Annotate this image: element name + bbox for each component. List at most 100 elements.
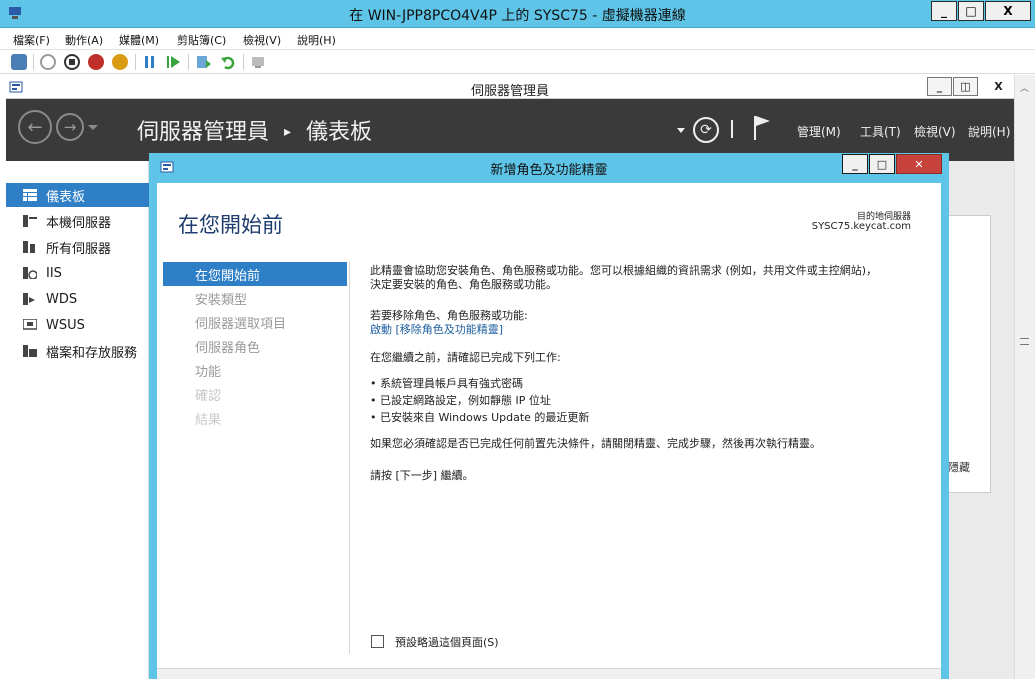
reset-icon[interactable]	[166, 55, 182, 69]
wizard-step-before-you-begin[interactable]: 在您開始前	[163, 262, 347, 286]
breadcrumb-separator: ▸	[284, 124, 292, 140]
vm-menu-clipboard[interactable]: 剪貼簿(C)	[177, 32, 226, 48]
vm-close-button[interactable]: X	[985, 1, 1031, 21]
pause-icon[interactable]	[143, 55, 157, 69]
sidebar-item-label: IIS	[46, 265, 62, 281]
iis-icon	[23, 267, 38, 280]
wizard-body: 在您開始前 目的地伺服器 SYSC75.keycat.com 在您開始前 安裝類…	[157, 183, 941, 679]
sidebar-item-label: 檔案和存放服務	[46, 345, 138, 361]
sidebar-item-dashboard[interactable]: 儀表板	[6, 183, 149, 207]
wizard-window-title: 新增角色及功能精靈	[490, 163, 608, 178]
wizard-maximize-button[interactable]: □	[869, 154, 895, 174]
vm-toolbar	[0, 50, 1035, 74]
sidebar-item-label: 儀表板	[46, 189, 86, 205]
sidebar-item-wds[interactable]: WDS	[6, 287, 149, 311]
dashboard-tile: 隱藏	[947, 215, 991, 493]
notifications-flag-icon[interactable]	[752, 115, 772, 141]
wizard-nav-divider	[349, 262, 350, 654]
sidebar-item-iis[interactable]: IIS	[6, 261, 149, 285]
refresh-icon[interactable]: ⟳	[693, 117, 719, 143]
back-arrow-icon[interactable]: ←	[18, 110, 52, 144]
sm-close-button[interactable]: X	[985, 77, 1012, 96]
wizard-step-server-selection[interactable]: 伺服器選取項目	[163, 310, 347, 334]
prereq-list-item: • 已安裝來自 Windows Update 的最近更新	[370, 411, 590, 424]
sidebar-item-all-servers[interactable]: 所有伺服器	[6, 235, 149, 259]
sidebar-item-file-storage[interactable]: 檔案和存放服務	[6, 339, 149, 363]
toolbar-separator	[33, 54, 34, 70]
all-servers-icon	[23, 241, 37, 253]
wizard-step-installation-type[interactable]: 安裝類型	[163, 286, 347, 310]
before-continue-label: 在您繼續之前，請確認已完成下列工作:	[370, 351, 561, 364]
ctrl-alt-del-icon[interactable]	[11, 54, 27, 70]
vm-menu-view[interactable]: 檢視(V)	[243, 32, 281, 48]
wizard-step-features[interactable]: 功能	[163, 358, 347, 382]
scroll-up-arrow-icon[interactable]: ︿	[1020, 81, 1029, 94]
menu-manage[interactable]: 管理(M)	[797, 123, 841, 140]
vm-menu-media[interactable]: 媒體(M)	[119, 32, 159, 48]
turn-off-icon[interactable]	[64, 54, 80, 70]
wizard-footer-divider	[157, 668, 941, 679]
sm-maximize-button[interactable]: ◫	[953, 77, 978, 96]
start-icon[interactable]	[40, 54, 56, 70]
toolbar-separator	[135, 54, 136, 70]
vm-menu-action[interactable]: 動作(A)	[65, 32, 103, 48]
wizard-minimize-button[interactable]: _	[842, 154, 868, 174]
enhanced-session-icon[interactable]	[250, 54, 266, 70]
wizard-step-results: 結果	[195, 412, 222, 428]
prereq-list-item: • 系統管理員帳戶具有強式密碼	[370, 377, 523, 390]
wizard-step-server-roles[interactable]: 伺服器角色	[163, 334, 347, 358]
destination-server-name: SYSC75.keycat.com	[811, 221, 911, 232]
save-icon[interactable]	[112, 54, 128, 70]
scroll-thumb-grip-icon[interactable]	[1020, 338, 1029, 345]
sidebar-item-local-server[interactable]: 本機伺服器	[6, 209, 149, 233]
sm-minimize-button[interactable]: _	[927, 77, 952, 96]
sidebar-item-label: 所有伺服器	[46, 241, 112, 257]
skip-page-checkbox[interactable]	[371, 635, 384, 648]
dashboard-icon	[23, 189, 37, 201]
vm-minimize-button[interactable]: _	[931, 1, 957, 21]
server-manager-sidebar: 儀表板 本機伺服器 所有伺服器 IIS WDS WSUS 檔案和存放服務	[6, 161, 149, 679]
revert-icon[interactable]	[220, 54, 236, 70]
server-manager-header: ← → 伺服器管理員 ▸ 儀表板 ⟳ 管理(M) 工具(T) 檢視(V) 說明(…	[6, 99, 1014, 161]
vm-maximize-button[interactable]: □	[958, 1, 984, 21]
wizard-page-title: 在您開始前	[178, 213, 283, 237]
sidebar-item-label: 本機伺服器	[46, 215, 112, 231]
local-server-icon	[23, 215, 37, 227]
shut-down-icon[interactable]	[88, 54, 104, 70]
forward-arrow-icon[interactable]: →	[56, 113, 84, 141]
file-storage-icon	[23, 345, 37, 357]
wizard-step-confirmation: 確認	[195, 388, 222, 404]
remove-roles-wizard-link[interactable]: 啟動 [移除角色及功能精靈]	[370, 322, 503, 338]
wds-icon	[23, 293, 37, 305]
sidebar-item-wsus[interactable]: WSUS	[6, 313, 149, 337]
wizard-intro-line-2: 決定要安裝的角色、角色服務或功能。	[370, 278, 557, 291]
vm-vertical-scrollbar[interactable]: ︿	[1014, 75, 1035, 679]
breadcrumb-app: 伺服器管理員	[137, 120, 270, 145]
vm-menu-help[interactable]: 說明(H)	[297, 32, 336, 48]
menu-help[interactable]: 說明(H)	[968, 123, 1010, 140]
header-separator	[731, 120, 733, 138]
hide-link[interactable]: 隱藏	[948, 459, 970, 475]
prereq-text: 已設定網路設定，例如靜態 IP 位址	[380, 394, 551, 407]
wizard-close-button[interactable]: ✕	[896, 154, 942, 174]
server-manager-window-title: 伺服器管理員	[470, 84, 549, 99]
history-dropdown-icon[interactable]	[88, 125, 98, 130]
prereq-note: 如果您必須確認是否已完成任何前置先決條件，請關閉精靈、完成步驟，然後再次執行精靈…	[370, 437, 821, 450]
menu-view[interactable]: 檢視(V)	[914, 123, 956, 140]
vm-menu-bar: 檔案(F) 動作(A) 媒體(M) 剪貼簿(C) 檢視(V) 說明(H)	[0, 28, 1035, 50]
breadcrumb: 伺服器管理員 ▸ 儀表板	[137, 114, 372, 146]
sidebar-item-label: WSUS	[46, 317, 85, 333]
prereq-text: 已安裝來自 Windows Update 的最近更新	[380, 411, 590, 424]
server-manager-title-bar: 伺服器管理員 _ ◫ X	[6, 75, 1014, 99]
wsus-icon	[22, 318, 38, 331]
checkpoint-icon[interactable]	[196, 54, 212, 70]
toolbar-separator	[243, 54, 244, 70]
vm-window-title: 在 WIN-JPP8PCO4V4P 上的 SYSC75 - 虛擬機器連線	[349, 8, 686, 24]
skip-page-checkbox-label[interactable]: 預設略過這個頁面(S)	[395, 634, 499, 650]
prereq-text: 系統管理員帳戶具有強式密碼	[380, 377, 523, 390]
vm-menu-file[interactable]: 檔案(F)	[13, 32, 50, 48]
refresh-dropdown-icon[interactable]	[677, 128, 685, 133]
menu-tools[interactable]: 工具(T)	[860, 123, 901, 140]
breadcrumb-page: 儀表板	[306, 120, 373, 145]
continue-note: 請按 [下一步] 繼續。	[370, 469, 474, 482]
